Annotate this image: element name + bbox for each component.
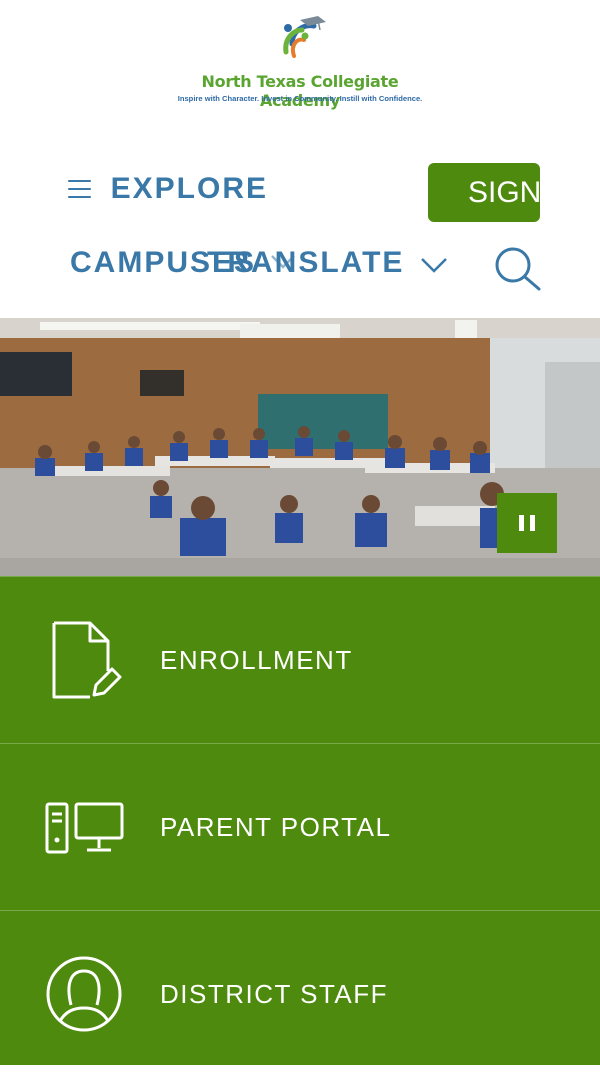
quick-link-label: ENROLLMENT bbox=[160, 645, 353, 675]
quick-link-district-staff[interactable]: DISTRICT STAFF bbox=[0, 910, 600, 1076]
quick-link-enrollment[interactable]: ENROLLMENT bbox=[0, 576, 600, 742]
pause-button[interactable] bbox=[497, 493, 557, 553]
quick-link-label: PARENT PORTAL bbox=[160, 812, 392, 842]
explore-label: EXPLORE bbox=[110, 172, 268, 205]
campuses-chevron-down-icon[interactable] bbox=[270, 252, 296, 272]
translate-menu-link[interactable]: TRANSLATE bbox=[207, 246, 404, 280]
search-icon[interactable] bbox=[492, 244, 542, 292]
translate-chevron-down-icon[interactable] bbox=[420, 256, 448, 274]
explore-menu-button[interactable]: EXPLORE bbox=[68, 170, 268, 208]
quick-links: ENROLLMENT PARENT PORTAL DISTRICT STAFF bbox=[0, 576, 600, 1065]
hamburger-icon bbox=[68, 180, 91, 198]
school-logo[interactable]: North Texas Collegiate Academy Inspire w… bbox=[170, 14, 430, 110]
logo-mark-icon bbox=[283, 16, 326, 58]
user-circle-icon bbox=[46, 956, 122, 1032]
logo-name: North Texas Collegiate Academy bbox=[201, 72, 399, 110]
quick-link-parent-portal[interactable]: PARENT PORTAL bbox=[0, 743, 600, 909]
sign-in-button[interactable]: SIGN IN bbox=[428, 163, 540, 222]
site-header: North Texas Collegiate Academy Inspire w… bbox=[0, 0, 600, 318]
document-pencil-icon bbox=[52, 621, 122, 699]
logo-tagline: Inspire with Character. Invest in Commun… bbox=[177, 94, 423, 103]
sign-in-label: SIGN IN bbox=[468, 176, 540, 209]
quick-link-label: DISTRICT STAFF bbox=[160, 979, 389, 1009]
computer-icon bbox=[45, 802, 124, 854]
